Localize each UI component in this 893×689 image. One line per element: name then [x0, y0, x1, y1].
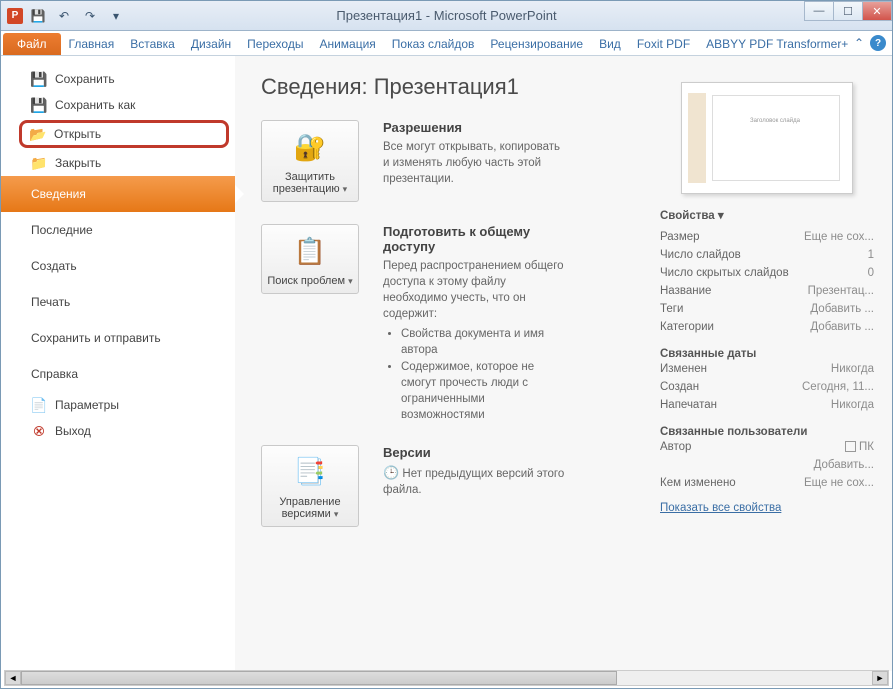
properties-dropdown[interactable]: Свойства ▾: [660, 208, 874, 222]
sidebar-print[interactable]: Печать: [1, 284, 235, 320]
versions-text: 🕒 Нет предыдущих версий этого файла.: [383, 464, 565, 498]
tab-home[interactable]: Главная: [61, 33, 123, 55]
permissions-text: Все могут открывать, копировать и изменя…: [383, 139, 565, 187]
manage-versions-button[interactable]: 📑 Управление версиями ▾: [261, 445, 359, 527]
folder-icon: 📁: [31, 155, 47, 171]
scroll-thumb[interactable]: [21, 671, 617, 685]
prop-printed: НапечатанНикогда: [660, 396, 874, 414]
prepare-share-heading: Подготовить к общему доступу: [383, 224, 565, 254]
ribbon-minimize-icon[interactable]: ⌃: [854, 36, 864, 50]
prop-slides: Число слайдов1: [660, 246, 874, 264]
options-icon: 📄: [31, 397, 47, 413]
prop-categories[interactable]: КатегорииДобавить ...: [660, 318, 874, 336]
sidebar-share[interactable]: Сохранить и отправить: [1, 320, 235, 356]
tab-insert[interactable]: Вставка: [122, 33, 183, 55]
users-heading: Связанные пользователи: [660, 426, 874, 438]
thumb-title-text: Заголовок слайда: [750, 118, 800, 124]
prepare-share-li2: Содержимое, которое не смогут прочесть л…: [401, 359, 565, 423]
file-tab[interactable]: Файл: [3, 33, 61, 55]
sidebar-help[interactable]: Справка: [1, 356, 235, 392]
saveas-icon: 💾: [31, 97, 47, 113]
tab-slideshow[interactable]: Показ слайдов: [384, 33, 483, 55]
page-title: Сведения: Презентация1: [261, 74, 660, 100]
properties-panel: Заголовок слайда Свойства ▾ РазмерЕще не…: [660, 74, 892, 549]
prop-tags[interactable]: ТегиДобавить ...: [660, 300, 874, 318]
dates-heading: Связанные даты: [660, 348, 874, 360]
prepare-share-text: Перед распространением общего доступа к …: [383, 258, 565, 322]
chevron-down-icon: ▾: [343, 184, 348, 194]
folder-open-icon: 📂: [30, 126, 46, 142]
titlebar: P 💾 ↶ ↷ ▾ Презентация1 - Microsoft Power…: [1, 1, 892, 31]
tab-review[interactable]: Рецензирование: [482, 33, 591, 55]
app-window: P 💾 ↶ ↷ ▾ Презентация1 - Microsoft Power…: [0, 0, 893, 689]
qat-save-button[interactable]: 💾: [27, 5, 49, 27]
close-button[interactable]: ✕: [862, 1, 892, 21]
sidebar-open[interactable]: 📂Открыть: [19, 120, 229, 148]
prop-changedby: Кем измененоЕще не сох...: [660, 474, 874, 492]
qat-redo-button[interactable]: ↷: [79, 5, 101, 27]
protect-presentation-button[interactable]: 🔐 Защитить презентацию ▾: [261, 120, 359, 202]
horizontal-scrollbar[interactable]: ◄ ►: [4, 670, 889, 686]
sidebar-recent[interactable]: Последние: [1, 212, 235, 248]
tab-abbyy[interactable]: ABBYY PDF Transformer+: [698, 33, 856, 55]
slide-thumbnail[interactable]: Заголовок слайда: [681, 82, 853, 194]
prepare-share-li1: Свойства документа и имя автора: [401, 326, 565, 358]
sidebar-new[interactable]: Создать: [1, 248, 235, 284]
sidebar-info[interactable]: Сведения: [1, 176, 235, 212]
prop-created: СозданСегодня, 11...: [660, 378, 874, 396]
versions-icon: 📑: [292, 454, 328, 490]
check-issues-button[interactable]: 📋 Поиск проблем ▾: [261, 224, 359, 294]
ribbon-tabs: Файл Главная Вставка Дизайн Переходы Ани…: [1, 31, 892, 56]
scroll-left-icon[interactable]: ◄: [5, 671, 21, 685]
exit-icon: ⮿: [31, 423, 47, 439]
sidebar-options[interactable]: 📄Параметры: [1, 392, 235, 418]
permissions-heading: Разрешения: [383, 120, 565, 135]
tab-transitions[interactable]: Переходы: [239, 33, 311, 55]
save-icon: 💾: [31, 71, 47, 87]
chevron-down-icon: ▾: [348, 276, 353, 286]
maximize-button[interactable]: ☐: [833, 1, 863, 21]
prop-hidden: Число скрытых слайдов0: [660, 264, 874, 282]
tab-view[interactable]: Вид: [591, 33, 629, 55]
info-panel: Сведения: Презентация1 🔐 Защитить презен…: [235, 56, 892, 671]
prop-author[interactable]: АвторПК: [660, 438, 874, 456]
prop-size: РазмерЕще не сох...: [660, 228, 874, 246]
tab-animation[interactable]: Анимация: [311, 33, 383, 55]
window-title: Презентация1 - Microsoft PowerPoint: [336, 8, 556, 23]
help-icon[interactable]: ?: [870, 35, 886, 51]
show-all-properties-link[interactable]: Показать все свойства: [660, 502, 781, 514]
qat-undo-button[interactable]: ↶: [53, 5, 75, 27]
backstage-sidebar: 💾Сохранить 💾Сохранить как 📂Открыть 📁Закр…: [1, 56, 235, 671]
tab-design[interactable]: Дизайн: [183, 33, 239, 55]
minimize-button[interactable]: —: [804, 1, 834, 21]
lock-key-icon: 🔐: [292, 129, 328, 165]
prop-title[interactable]: НазваниеПрезентац...: [660, 282, 874, 300]
sidebar-close[interactable]: 📁Закрыть: [1, 150, 235, 176]
tab-foxit[interactable]: Foxit PDF: [629, 33, 698, 55]
sidebar-save[interactable]: 💾Сохранить: [1, 66, 235, 92]
sidebar-exit[interactable]: ⮿Выход: [1, 418, 235, 444]
scroll-right-icon[interactable]: ►: [872, 671, 888, 685]
qat-customize-button[interactable]: ▾: [105, 5, 127, 27]
powerpoint-icon: P: [7, 8, 23, 24]
prop-modified: ИзмененНикогда: [660, 360, 874, 378]
checklist-icon: 📋: [292, 233, 328, 269]
chevron-down-icon: ▾: [334, 509, 339, 519]
versions-heading: Версии: [383, 445, 565, 460]
sidebar-saveas[interactable]: 💾Сохранить как: [1, 92, 235, 118]
prop-author-add[interactable]: Добавить...: [660, 456, 874, 474]
